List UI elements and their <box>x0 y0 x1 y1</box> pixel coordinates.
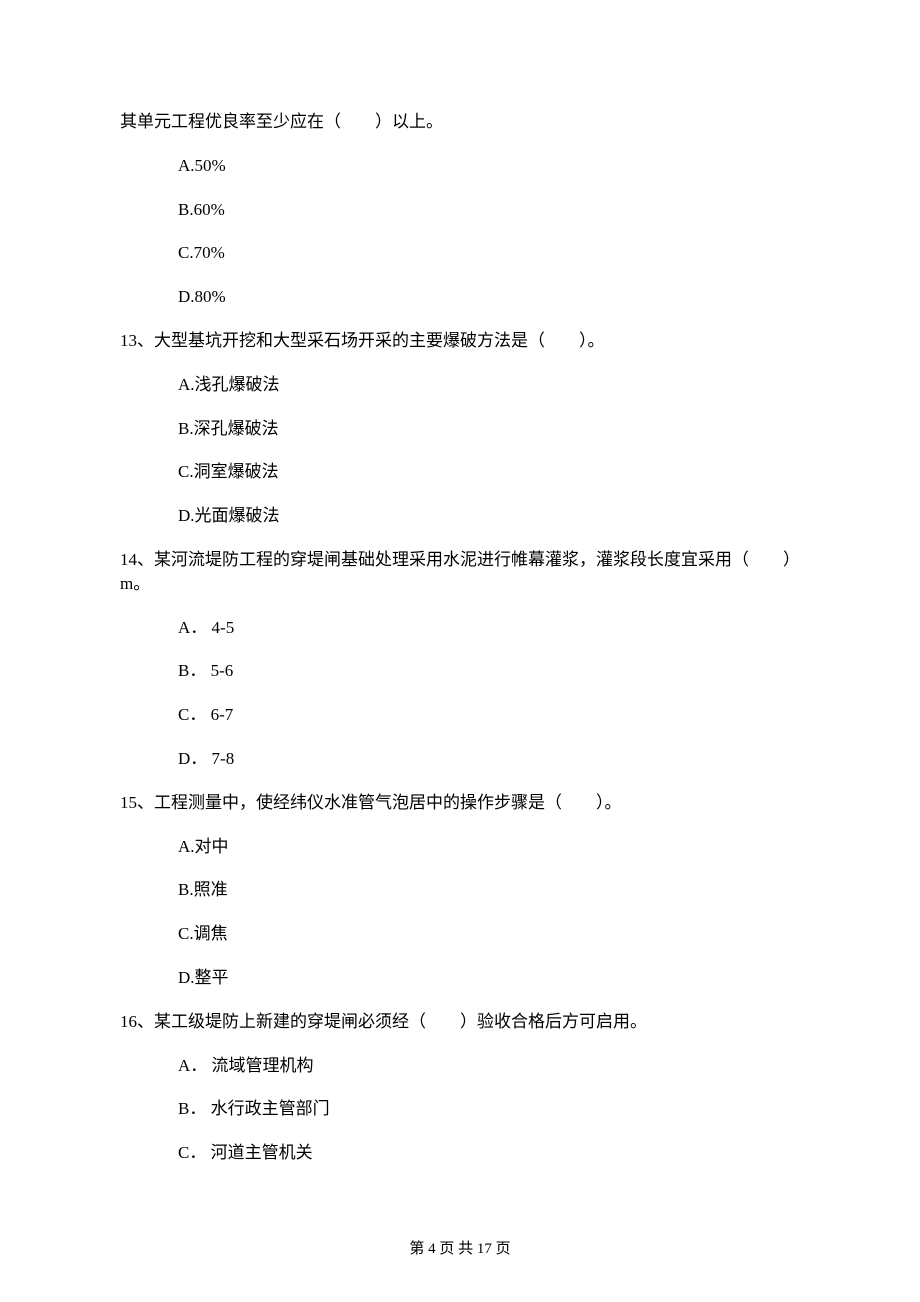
q13-option-c: C.洞室爆破法 <box>178 460 800 484</box>
q12-option-a: A.50% <box>178 154 800 178</box>
q15-option-c: C.调焦 <box>178 922 800 946</box>
q16-option-a: A． 流域管理机构 <box>178 1054 800 1078</box>
q16-stem: 16、某工级堤防上新建的穿堤闸必须经（ ）验收合格后方可启用。 <box>120 1010 800 1034</box>
q14-option-c: C． 6-7 <box>178 703 800 727</box>
q12-option-b: B.60% <box>178 198 800 222</box>
q14-option-b: B． 5-6 <box>178 659 800 683</box>
q15-option-a: A.对中 <box>178 835 800 859</box>
q15-option-b: B.照准 <box>178 878 800 902</box>
q12-option-d: D.80% <box>178 285 800 309</box>
page-footer: 第 4 页 共 17 页 <box>0 1239 920 1260</box>
q14-option-d: D． 7-8 <box>178 747 800 771</box>
q14-option-a: A． 4-5 <box>178 616 800 640</box>
q13-option-b: B.深孔爆破法 <box>178 417 800 441</box>
q14-stem: 14、某河流堤防工程的穿堤闸基础处理采用水泥进行帷幕灌浆，灌浆段长度宜采用（ ）… <box>120 548 800 596</box>
q13-stem: 13、大型基坑开挖和大型采石场开采的主要爆破方法是（ ）。 <box>120 329 800 353</box>
q12-option-c: C.70% <box>178 241 800 265</box>
document-page: 其单元工程优良率至少应在（ ）以上。 A.50% B.60% C.70% D.8… <box>0 0 920 1302</box>
q13-option-a: A.浅孔爆破法 <box>178 373 800 397</box>
q15-stem: 15、工程测量中，使经纬仪水准管气泡居中的操作步骤是（ ）。 <box>120 791 800 815</box>
q15-option-d: D.整平 <box>178 966 800 990</box>
q12-stem-continued: 其单元工程优良率至少应在（ ）以上。 <box>120 110 800 134</box>
q13-option-d: D.光面爆破法 <box>178 504 800 528</box>
q16-option-b: B． 水行政主管部门 <box>178 1097 800 1121</box>
q16-option-c: C． 河道主管机关 <box>178 1141 800 1165</box>
